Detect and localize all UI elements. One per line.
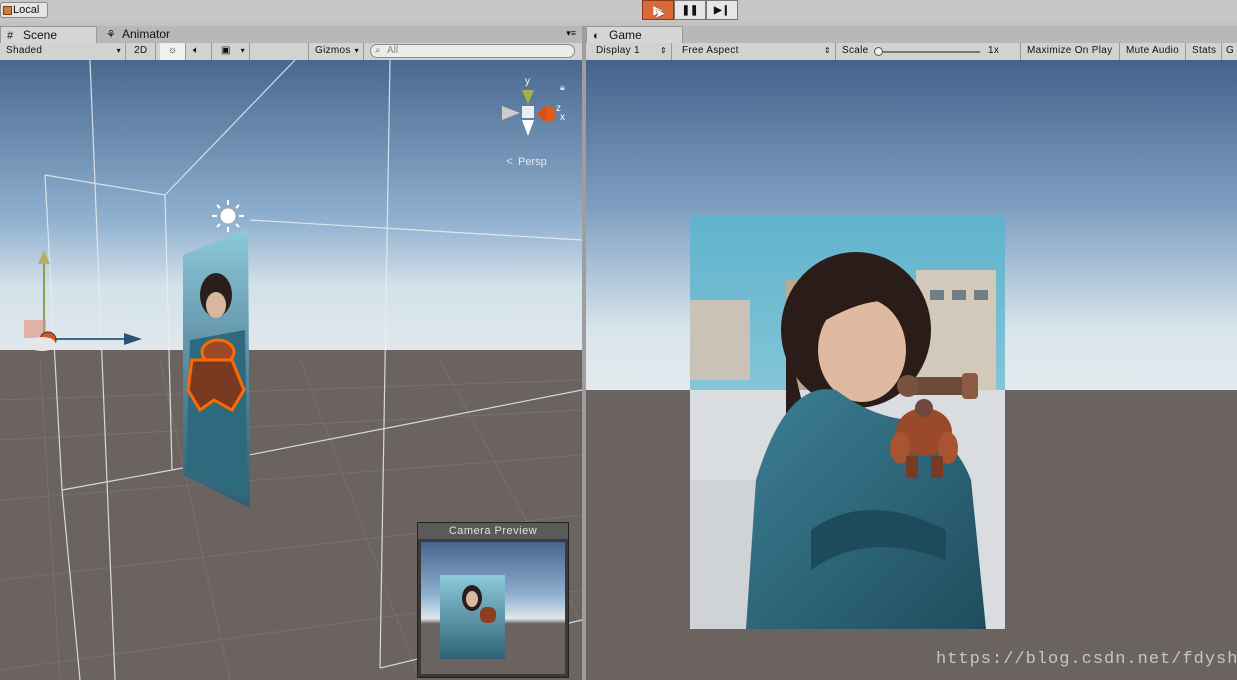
search-placeholder: All <box>387 45 399 56</box>
tab-animator[interactable]: ⚘ Animator <box>100 26 210 43</box>
persp-arrow-icon: < <box>506 154 513 168</box>
scale-control: Scale 1x <box>836 43 1021 60</box>
pivot-rotation-toggle[interactable]: Local <box>0 2 48 18</box>
stats-label: Stats <box>1192 45 1217 56</box>
grid-icon: # <box>7 30 14 42</box>
camera-preview-photo <box>440 575 505 659</box>
game-gizmos-label: G <box>1226 45 1235 56</box>
scene-audio-toggle[interactable]: 🔈︎ <box>186 43 212 60</box>
dropdown-caret-icon: ▾ <box>354 46 359 55</box>
game-toolbar: Display 1 ⇕ Free Aspect ⇕ Scale 1x Maxim… <box>586 43 1237 61</box>
pause-button[interactable]: ❚❚ <box>674 0 706 20</box>
stats-toggle[interactable]: Stats <box>1186 43 1222 60</box>
tab-animator-label: Animator <box>122 27 171 41</box>
tab-scene-label: Scene <box>23 28 58 42</box>
local-label: Local <box>13 4 40 16</box>
step-icon: ▶❙ <box>713 4 731 16</box>
scene-lighting-toggle[interactable]: ☼ <box>160 43 186 60</box>
mode-2d-toggle[interactable]: 2D <box>130 43 156 60</box>
dropdown-caret-icon: ▾ <box>240 46 245 55</box>
gizmos-dropdown[interactable]: Gizmos ▾ <box>308 43 364 60</box>
hierarchy-search-input[interactable]: ⌕ All <box>370 44 575 58</box>
game-controller-icon: ◐ <box>593 30 600 42</box>
scale-value: 1x <box>988 45 1000 56</box>
mode-2d-label: 2D <box>134 45 148 56</box>
image-icon: ▣ <box>221 45 231 56</box>
maximize-label: Maximize On Play <box>1027 45 1113 56</box>
main-toolbar: Local ▶ ❚❚ ▶❙ ➤ <box>0 0 1237 22</box>
mute-label: Mute Audio <box>1126 45 1180 56</box>
camera-preview-title: Camera Preview <box>418 523 568 539</box>
shading-mode-value: Shaded <box>6 45 43 56</box>
animator-icon: ⚘ <box>106 29 116 41</box>
cube-icon <box>3 6 12 15</box>
display-value: Display 1 <box>596 45 640 56</box>
scene-viewport[interactable]: y z x 🔒︎ < Persp Camera Preview <box>0 60 582 680</box>
camera-preview-render <box>421 542 565 674</box>
dropdown-caret-icon: ⇕ <box>659 46 667 55</box>
gizmo-y-label: y <box>525 76 530 87</box>
gizmo-x-label: x <box>560 112 565 123</box>
scene-toolbar: Shaded ▾ 2D ☼ 🔈︎ ▣ ▾ Gizmos ▾ ⌕ All <box>0 43 582 61</box>
camera-preview-window: Camera Preview <box>417 522 569 678</box>
game-viewport[interactable] <box>586 60 1237 680</box>
dropdown-caret-icon: ⇕ <box>823 46 831 55</box>
search-icon: ⌕ <box>375 45 381 56</box>
game-tab-row: ◐ Game <box>586 26 1237 44</box>
mouse-cursor-icon: ➤ <box>654 5 666 21</box>
lock-icon[interactable]: 🔒︎ <box>560 82 565 92</box>
scene-tab-row: # Scene ⚘ Animator ▾≡ <box>0 26 582 44</box>
watermark: https://blog.csdn.net/fdyshlk <box>936 650 1237 669</box>
aspect-value: Free Aspect <box>682 45 739 56</box>
step-button[interactable]: ▶❙ <box>706 0 738 20</box>
pause-icon: ❚❚ <box>681 4 699 16</box>
dropdown-caret-icon: ▾ <box>116 46 121 55</box>
speaker-icon: 🔈︎ <box>193 45 200 56</box>
scale-slider-track[interactable] <box>878 51 980 53</box>
gizmos-label: Gizmos <box>315 45 351 56</box>
aspect-dropdown[interactable]: Free Aspect ⇕ <box>674 43 836 60</box>
tab-game-label: Game <box>609 28 642 42</box>
game-gizmos-toggle[interactable]: G <box>1222 43 1237 60</box>
display-dropdown[interactable]: Display 1 ⇕ <box>586 43 672 60</box>
projection-label[interactable]: Persp <box>518 156 547 168</box>
scale-slider-thumb[interactable] <box>874 47 883 56</box>
mute-audio-toggle[interactable]: Mute Audio <box>1120 43 1186 60</box>
tab-game[interactable]: ◐ Game <box>586 26 683 43</box>
scene-effects-dropdown[interactable]: ▣ ▾ <box>214 43 250 60</box>
shading-mode-dropdown[interactable]: Shaded ▾ <box>0 43 126 60</box>
panel-menu-icon[interactable]: ▾≡ <box>566 28 576 39</box>
sun-icon: ☼ <box>168 45 178 56</box>
maximize-on-play-toggle[interactable]: Maximize On Play <box>1021 43 1120 60</box>
tab-scene[interactable]: # Scene <box>0 26 97 43</box>
scene-sky <box>0 60 582 350</box>
game-image-plane <box>690 216 1005 629</box>
scale-label: Scale <box>842 45 869 56</box>
